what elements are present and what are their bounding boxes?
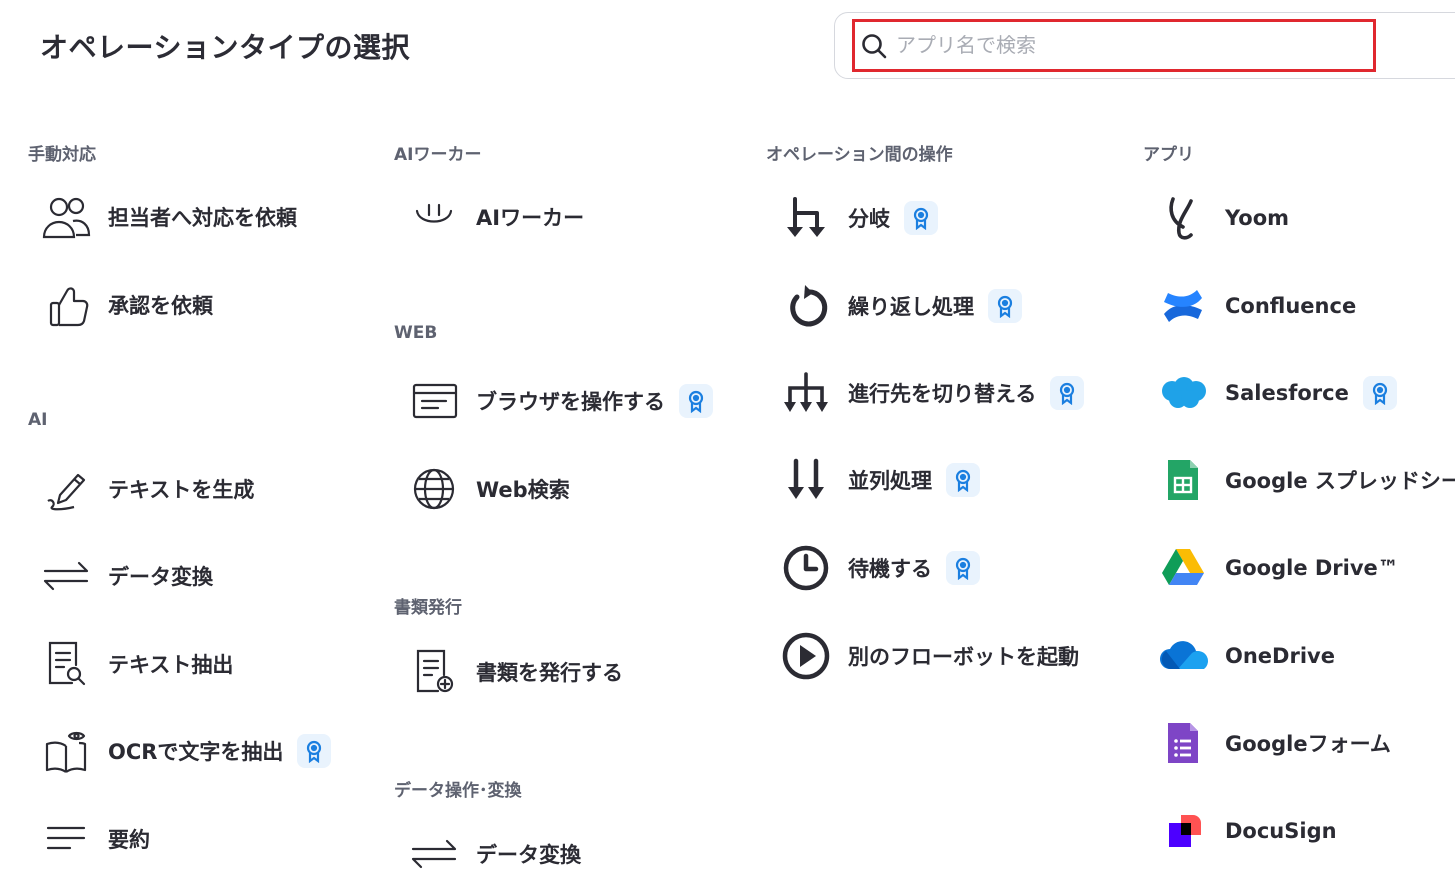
app-item-label: DocuSign <box>1225 819 1337 843</box>
app-item-google-drive[interactable]: Google Drive™ <box>1157 543 1399 593</box>
pen-icon <box>40 464 92 514</box>
app-item-yoom[interactable]: Yoom <box>1157 193 1289 243</box>
premium-badge-icon <box>297 734 332 768</box>
onedrive-logo-icon <box>1157 631 1209 681</box>
swap-arrows-icon <box>408 829 460 879</box>
op-item-label: 繰り返し処理 <box>848 295 974 319</box>
swap-arrows-icon <box>40 551 92 601</box>
premium-badge-icon <box>946 463 980 497</box>
loop-icon <box>780 281 832 331</box>
op-item-summarize[interactable]: 要約 <box>40 814 150 864</box>
app-item-label: Google Drive™ <box>1225 556 1399 580</box>
google-sheets-logo-icon <box>1157 455 1209 505</box>
op-item-label: OCRで文字を抽出 <box>108 740 284 764</box>
section-label-ai-worker: AIワーカー <box>394 145 482 165</box>
play-circle-icon <box>780 631 832 681</box>
app-item-label: Google スプレッドシート <box>1225 469 1455 493</box>
op-item-request-assignee[interactable]: 担当者へ対応を依頼 <box>40 192 297 242</box>
book-eye-icon <box>40 726 92 776</box>
op-item-label: 書類を発行する <box>476 661 623 685</box>
op-item-loop[interactable]: 繰り返し処理 <box>780 281 1022 331</box>
globe-icon <box>408 464 460 514</box>
premium-badge-icon <box>679 384 713 418</box>
section-label-manual: 手動対応 <box>28 145 96 165</box>
app-item-label: Salesforce <box>1225 381 1349 405</box>
op-item-label: 進行先を切り替える <box>848 382 1037 406</box>
op-item-switch-route[interactable]: 進行先を切り替える <box>780 368 1085 418</box>
document-add-icon <box>408 647 460 697</box>
thumbs-up-icon <box>40 280 92 330</box>
op-item-label: データ変換 <box>108 565 213 589</box>
app-item-docusign[interactable]: DocuSign <box>1157 806 1337 856</box>
op-item-label: テキスト抽出 <box>108 653 234 677</box>
op-item-label: テキストを生成 <box>108 478 255 502</box>
app-item-google-forms[interactable]: Googleフォーム <box>1157 718 1391 768</box>
users-icon <box>40 192 92 242</box>
op-item-web-search[interactable]: Web検索 <box>408 464 570 514</box>
parallel-icon <box>780 455 832 505</box>
section-label-document: 書類発行 <box>394 598 462 618</box>
clock-icon <box>780 543 832 593</box>
app-item-label: Yoom <box>1225 206 1290 230</box>
app-item-google-sheets[interactable]: Google スプレッドシート <box>1157 455 1455 505</box>
google-drive-logo-icon <box>1157 543 1209 593</box>
document-search-icon <box>40 639 92 689</box>
salesforce-logo-icon <box>1157 368 1209 418</box>
lines-icon <box>40 814 92 864</box>
premium-badge-icon <box>946 551 980 585</box>
confluence-logo-icon <box>1157 281 1209 331</box>
section-label-apps: アプリ <box>1143 145 1194 165</box>
op-item-browser[interactable]: ブラウザを操作する <box>408 376 713 426</box>
op-item-label: ブラウザを操作する <box>476 390 665 414</box>
op-item-wait[interactable]: 待機する <box>780 543 980 593</box>
op-item-label: 別のフローボットを起動 <box>848 645 1079 669</box>
op-item-extract-text[interactable]: テキスト抽出 <box>40 639 233 689</box>
op-item-data-convert-2[interactable]: データ変換 <box>408 829 581 879</box>
premium-badge-icon <box>988 289 1022 323</box>
op-item-label: AIワーカー <box>476 206 585 230</box>
premium-badge-icon <box>904 201 938 235</box>
op-item-ai-worker[interactable]: AIワーカー <box>408 192 584 242</box>
op-item-parallel[interactable]: 並列処理 <box>780 455 980 505</box>
search-highlight-box <box>852 19 1376 72</box>
page-title: オペレーションタイプの選択 <box>40 31 410 64</box>
app-item-label: Confluence <box>1225 294 1357 318</box>
yoom-logo-icon <box>1157 193 1209 243</box>
premium-badge-icon <box>1362 376 1397 410</box>
op-item-launch-flowbot[interactable]: 別のフローボットを起動 <box>780 631 1079 681</box>
section-label-web: WEB <box>394 323 438 343</box>
section-label-data-ops: データ操作･変換 <box>394 781 522 801</box>
section-label-flow-ops: オペレーション間の操作 <box>766 145 953 165</box>
app-item-label: Googleフォーム <box>1225 732 1391 756</box>
app-item-label: OneDrive <box>1225 644 1335 668</box>
app-item-onedrive[interactable]: OneDrive <box>1157 631 1335 681</box>
op-item-request-approval[interactable]: 承認を依頼 <box>40 280 213 330</box>
app-item-confluence[interactable]: Confluence <box>1157 281 1356 331</box>
app-item-salesforce[interactable]: Salesforce <box>1157 368 1397 418</box>
smile-icon <box>408 192 460 242</box>
op-item-ocr[interactable]: OCRで文字を抽出 <box>40 726 332 776</box>
op-item-label: 担当者へ対応を依頼 <box>108 206 297 230</box>
op-item-label: Web検索 <box>476 478 570 502</box>
browser-window-icon <box>408 376 460 426</box>
switch-route-icon <box>780 368 832 418</box>
docusign-logo-icon <box>1157 806 1209 856</box>
op-item-label: データ変換 <box>476 843 581 867</box>
op-item-label: 分岐 <box>848 207 890 231</box>
op-item-label: 要約 <box>108 828 150 852</box>
op-item-generate-text[interactable]: テキストを生成 <box>40 464 254 514</box>
google-forms-logo-icon <box>1157 718 1209 768</box>
op-item-label: 承認を依頼 <box>108 294 213 318</box>
section-label-ai: AI <box>28 410 48 430</box>
op-item-issue-document[interactable]: 書類を発行する <box>408 647 623 697</box>
op-item-branch[interactable]: 分岐 <box>780 193 938 243</box>
op-item-label: 待機する <box>848 557 932 581</box>
premium-badge-icon <box>1050 376 1085 410</box>
op-item-data-convert[interactable]: データ変換 <box>40 551 213 601</box>
branch-icon <box>780 193 832 243</box>
op-item-label: 並列処理 <box>848 469 932 493</box>
